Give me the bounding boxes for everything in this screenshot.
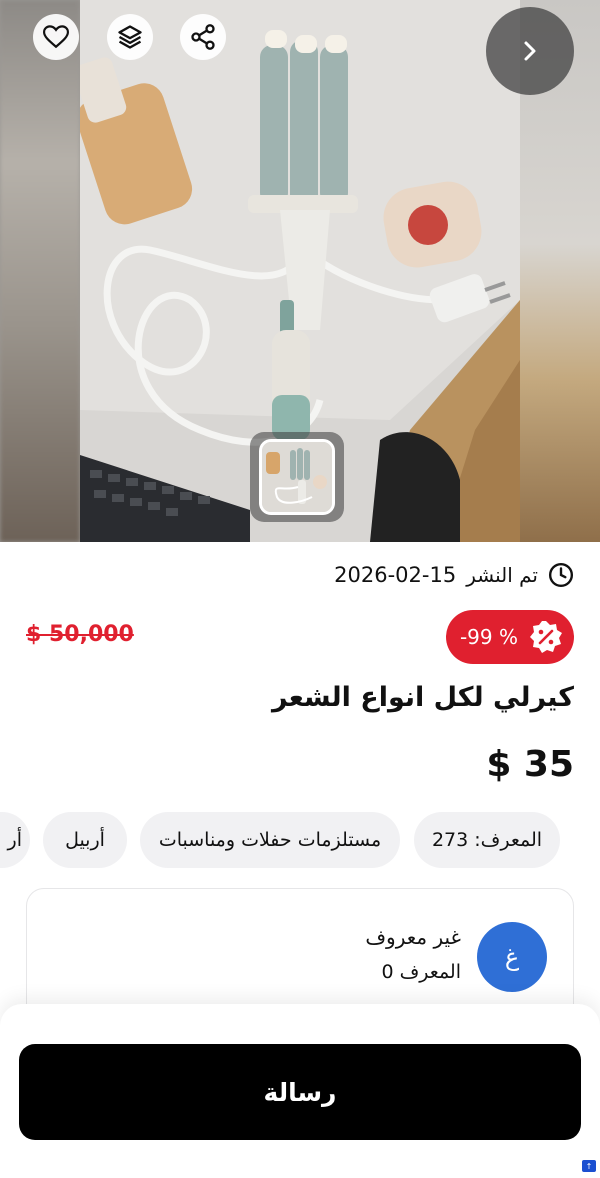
discount-badge: -99 % [446,610,574,664]
gallery-blur-left [0,0,80,542]
old-price: $ 50,000 [26,622,134,647]
percent-badge-icon [530,621,562,653]
publish-label: تم النشر [466,563,538,587]
product-title: كيرلي لكل انواع الشعر [271,682,574,713]
chevron-right-icon [524,41,536,61]
seller-name: غير معروف [365,925,461,949]
heart-icon [43,25,69,49]
thumbnail-strip [250,432,344,522]
clock-icon [548,562,574,588]
thumbnail-1[interactable] [259,439,335,515]
publish-date-row: تم النشر 2026-02-15 [334,562,574,588]
seller-id: المعرف 0 [381,961,461,983]
avatar: غ [477,922,547,992]
discount-percent: -99 % [459,625,518,649]
share-icon [191,24,215,50]
layers-button[interactable] [107,14,153,60]
favorite-button[interactable] [33,14,79,60]
tag-chips: المعرف: 273 مستلزمات حفلات ومناسبات أربي… [0,812,600,870]
report-icon[interactable]: ↑ [582,1160,596,1172]
share-button[interactable] [180,14,226,60]
next-image-button[interactable] [486,7,574,95]
chip-category[interactable]: مستلزمات حفلات ومناسبات [140,812,400,868]
publish-date: 2026-02-15 [334,563,457,587]
message-button[interactable]: رسالة [19,1044,581,1140]
chip-region[interactable]: أر [0,812,30,868]
chip-id[interactable]: المعرف: 273 [414,812,560,868]
product-image-gallery[interactable] [0,0,600,542]
layers-icon [118,25,142,49]
bottom-action-bar: رسالة ↑ [0,1004,600,1178]
chip-city[interactable]: أربيل [43,812,127,868]
current-price: $ 35 [486,744,574,785]
